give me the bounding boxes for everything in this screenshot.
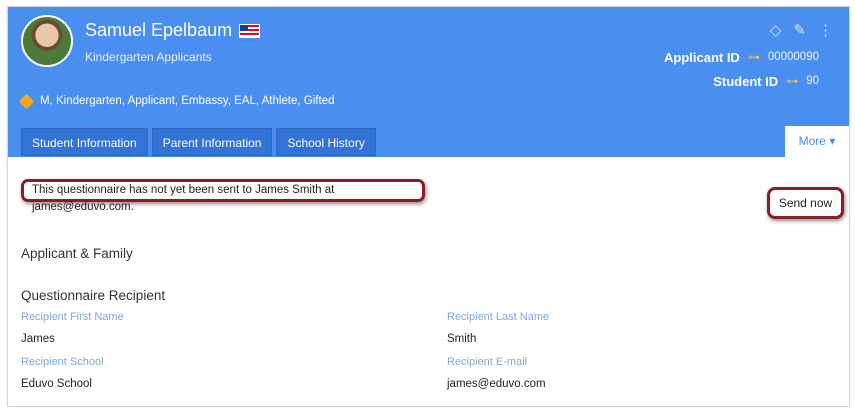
section-title: Applicant & Family xyxy=(21,246,133,261)
id-panel: Applicant ID ⊶ 00000090 Student ID ⊶ 90 xyxy=(664,45,819,93)
not-sent-notice: This questionnaire has not yet been sent… xyxy=(21,179,425,213)
school-label: Recipient School xyxy=(21,356,104,368)
header-actions: ◇ ✎ ⋮ xyxy=(770,21,833,39)
key-icon: ⊶ xyxy=(786,74,799,88)
applicant-header: Samuel Epelbaum Kindergarten Applicants … xyxy=(8,7,849,157)
key-icon: ⊶ xyxy=(747,50,760,64)
applicant-name-text: Samuel Epelbaum xyxy=(85,20,233,40)
last-name-value: Smith xyxy=(447,333,477,345)
first-name-value: James xyxy=(21,333,55,345)
kebab-menu-icon[interactable]: ⋮ xyxy=(818,21,833,39)
school-value: Eduvo School xyxy=(21,378,92,390)
applicant-name: Samuel Epelbaum xyxy=(85,20,261,41)
applicant-id-label: Applicant ID xyxy=(663,49,740,65)
tag-list: M, Kindergarten, Applicant, Embassy, EAL… xyxy=(18,93,335,109)
tab-bar: Student Information Parent Information S… xyxy=(21,128,376,156)
recipient-title: Questionnaire Recipient xyxy=(21,288,166,303)
email-label: Recipient E-mail xyxy=(447,356,528,368)
last-name-label: Recipient Last Name xyxy=(447,311,550,323)
tab-more[interactable]: More ▾ xyxy=(785,126,849,157)
student-id-label: Student ID xyxy=(713,73,779,89)
applicant-group: Kindergarten Applicants xyxy=(85,50,212,64)
tab-school-history[interactable]: School History xyxy=(276,128,376,156)
first-name-label: Recipient First Name xyxy=(21,311,124,323)
applicant-id-row: Applicant ID ⊶ 00000090 xyxy=(664,45,819,69)
student-id-row: Student ID ⊶ 90 xyxy=(664,69,819,93)
tab-student-information[interactable]: Student Information xyxy=(21,128,148,156)
send-now-button[interactable]: Send now xyxy=(767,187,844,219)
tag-icon xyxy=(18,93,35,109)
student-id-value: 90 xyxy=(806,75,819,87)
tag-outline-icon[interactable]: ◇ xyxy=(770,21,782,39)
pencil-icon[interactable]: ✎ xyxy=(793,21,806,39)
applicant-page: Samuel Epelbaum Kindergarten Applicants … xyxy=(7,6,850,407)
us-flag-icon xyxy=(239,23,261,38)
avatar xyxy=(21,15,73,67)
tag-list-text: M, Kindergarten, Applicant, Embassy, EAL… xyxy=(40,95,335,107)
email-value: james@eduvo.com xyxy=(447,378,546,390)
tab-parent-information[interactable]: Parent Information xyxy=(151,128,273,156)
applicant-id-value: 00000090 xyxy=(767,51,819,63)
